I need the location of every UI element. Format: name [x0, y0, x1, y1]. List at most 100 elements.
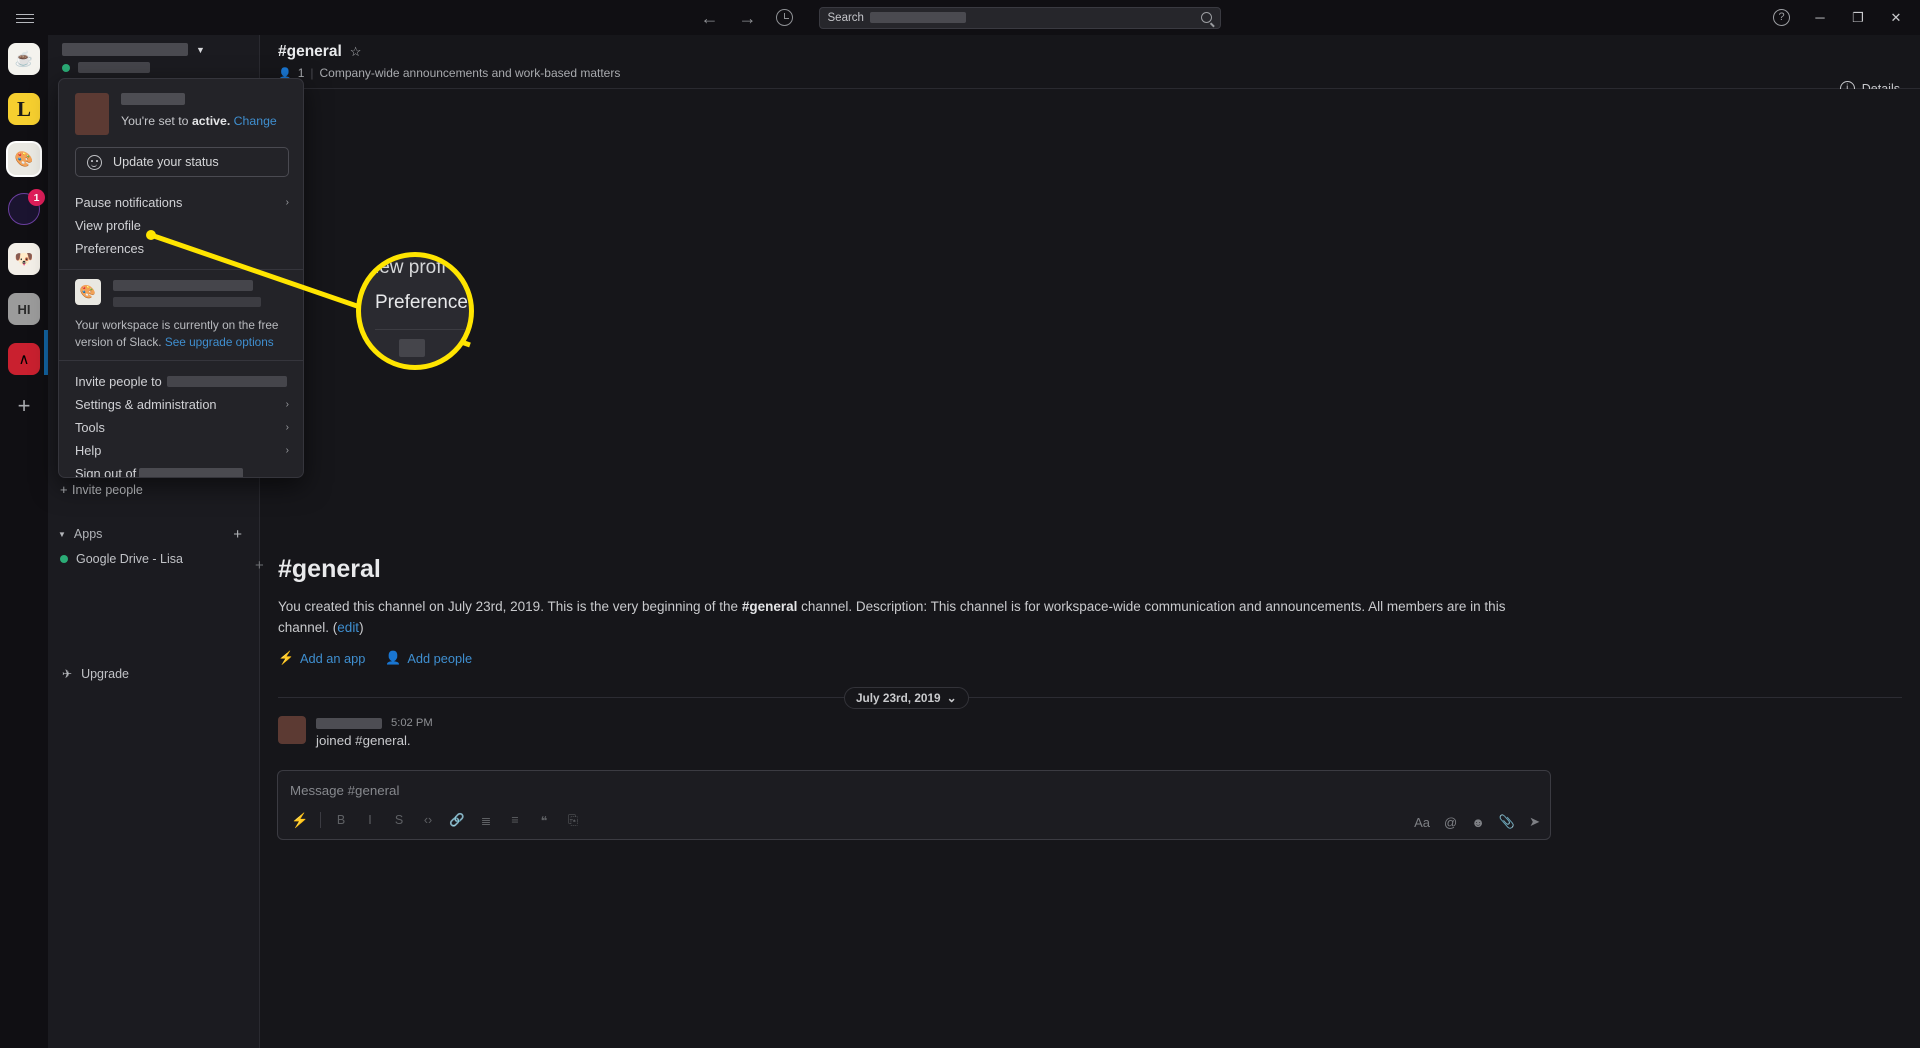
workspace-name-redacted — [139, 468, 244, 477]
menu-item-pause-notifications[interactable]: Pause notifications › — [59, 191, 303, 214]
lightning-icon[interactable]: ⚡ — [287, 808, 313, 832]
link-icon[interactable]: 🔗 — [444, 808, 470, 832]
workspace-name-redacted — [113, 280, 253, 291]
add-an-app-button[interactable]: ⚡ Add an app — [278, 650, 365, 666]
rail-workspace-dog[interactable]: 🐶 — [8, 243, 40, 275]
zoom-callout: iew profi Preferences — [356, 252, 474, 370]
workspace-name-redacted — [62, 43, 188, 56]
menu-item-label: View profile — [75, 218, 141, 233]
star-outline-icon[interactable]: ☆ — [350, 44, 362, 60]
menu-item-sign-out[interactable]: Sign out of — [59, 462, 303, 478]
workspace-rail: ☕ L 🎨 1 🐶 HI ∧ + — [0, 35, 48, 1048]
send-icon[interactable]: ➤ — [1529, 814, 1540, 830]
coffee-icon: ☕ — [14, 51, 34, 68]
edit-link[interactable]: edit — [337, 620, 359, 635]
chevron-right-icon: › — [285, 197, 289, 208]
text-format-icon[interactable]: Aa — [1414, 815, 1430, 830]
ordered-list-icon[interactable]: ≣ — [473, 808, 499, 832]
update-status-button[interactable]: Update your status — [75, 147, 289, 177]
chevron-right-icon: › — [285, 399, 289, 410]
change-status-link[interactable]: Change — [234, 114, 277, 128]
workspace-header[interactable]: ▼ — [48, 35, 259, 83]
sidebar-item-app-google-drive[interactable]: Google Drive - Lisa — [48, 547, 260, 570]
help-icon[interactable]: ? — [1773, 9, 1790, 26]
intro-channel-name: #general — [741, 599, 798, 614]
rail-workspace-coffee[interactable]: ☕ — [8, 43, 40, 75]
user-name-redacted — [121, 93, 185, 105]
zoom-callout-circle: iew profi Preferences — [356, 252, 474, 370]
workspace-block[interactable]: 🎨 — [59, 279, 303, 307]
intro-text-3: ) — [359, 620, 364, 635]
chevron-right-icon: › — [285, 445, 289, 456]
composer-right-tools: Aa @ ☻ 📎 ➤ — [1414, 814, 1540, 830]
code-icon[interactable]: ‹› — [415, 808, 441, 832]
menu-item-preferences[interactable]: Preferences — [59, 237, 303, 260]
intro-text-1: You created this channel on July 23rd, 2… — [278, 599, 742, 614]
strikethrough-icon[interactable]: S — [386, 808, 412, 832]
sidebar-section-apps[interactable]: ▼ Apps + — [48, 521, 260, 547]
menu-item-invite-people[interactable]: Invite people to — [59, 370, 303, 393]
menu-item-label: Sign out of — [75, 466, 137, 478]
back-button[interactable]: ← — [700, 9, 720, 27]
blockquote-icon[interactable]: ❝ — [531, 808, 557, 832]
search-label: Search — [827, 11, 864, 24]
forward-button[interactable]: → — [738, 9, 758, 27]
date-divider-button[interactable]: July 23rd, 2019 ⌄ — [844, 687, 969, 709]
search-input[interactable]: Search — [818, 6, 1221, 29]
date-divider: July 23rd, 2019 ⌄ — [260, 687, 1920, 709]
add-app-button[interactable]: + — [233, 526, 242, 543]
divider — [375, 329, 469, 330]
menu-item-view-profile[interactable]: View profile — [59, 214, 303, 237]
sidebar-item-upgrade[interactable]: ✈ Upgrade — [62, 667, 129, 681]
channel-intro: #general You created this channel on Jul… — [278, 555, 1578, 666]
rail-workspace-circle[interactable]: 1 — [8, 189, 45, 225]
bulleted-list-icon[interactable]: ≡ — [502, 808, 528, 832]
hi-icon: HI — [17, 301, 31, 317]
workspace-paint-icon: 🎨 — [75, 279, 101, 305]
sidebar-item-invite-people[interactable]: + Invite people — [48, 478, 260, 501]
bold-icon[interactable]: B — [328, 808, 354, 832]
rail-workspace-hi[interactable]: HI — [8, 293, 40, 325]
chevron-down-icon: ⌄ — [946, 691, 957, 705]
rail-workspace-paint-active[interactable]: 🎨 — [8, 143, 40, 175]
add-workspace-button[interactable]: + — [18, 393, 31, 419]
workspace-name-lines — [113, 279, 261, 307]
paint-icon: 🎨 — [14, 151, 34, 168]
workspace-name-row[interactable]: ▼ — [62, 43, 205, 56]
clock-icon[interactable] — [775, 9, 793, 26]
user-name-redacted — [78, 62, 150, 73]
add-people-label: Add people — [407, 650, 473, 666]
channel-intro-heading: #general — [278, 555, 381, 583]
minimize-button[interactable]: ─ — [1812, 10, 1828, 25]
menu-item-help[interactable]: Help › — [59, 439, 303, 462]
menu-item-tools[interactable]: Tools › — [59, 416, 303, 439]
add-people-button[interactable]: 👤 Add people — [385, 650, 472, 666]
avatar[interactable] — [75, 93, 109, 135]
caret-icon: ∧ — [18, 351, 30, 368]
channel-intro-actions: ⚡ Add an app 👤 Add people — [278, 650, 1578, 666]
see-upgrade-options-link[interactable]: See upgrade options — [165, 335, 274, 349]
maximize-button[interactable]: ❐ — [1850, 10, 1866, 26]
attachment-icon[interactable]: 📎 — [1499, 814, 1515, 830]
message-meta: 5:02 PM — [316, 717, 433, 729]
titlebar-right: ? ─ ❐ ✕ — [1773, 0, 1920, 35]
divider — [320, 812, 321, 828]
menu-item-settings-administration[interactable]: Settings & administration › — [59, 393, 303, 416]
mention-icon[interactable]: @ — [1444, 815, 1457, 830]
code-block-icon[interactable]: ⎘ — [560, 808, 586, 832]
formatting-toolbar: ⚡ B I S ‹› 🔗 ≣ ≡ ❝ ⎘ — [287, 808, 586, 832]
italic-icon[interactable]: I — [357, 808, 383, 832]
rail-workspace-red[interactable]: ∧ — [8, 343, 40, 375]
emoji-icon[interactable]: ☻ — [1471, 815, 1485, 830]
workspace-name-redacted — [166, 376, 287, 387]
search-value-redacted — [869, 12, 966, 23]
channel-topic[interactable]: Company-wide announcements and work-base… — [320, 66, 621, 80]
close-button[interactable]: ✕ — [1888, 10, 1904, 26]
channel-title-row[interactable]: #general ☆ — [278, 43, 1920, 61]
divider-line — [278, 697, 1902, 698]
message-composer[interactable]: Message #general ⚡ B I S ‹› 🔗 ≣ ≡ ❝ ⎘ Aa… — [277, 770, 1551, 840]
message-timestamp[interactable]: 5:02 PM — [391, 717, 433, 729]
free-note-line-2: version of Slack. — [75, 335, 165, 349]
rail-workspace-letter-l[interactable]: L — [8, 93, 40, 125]
avatar[interactable] — [278, 716, 306, 744]
